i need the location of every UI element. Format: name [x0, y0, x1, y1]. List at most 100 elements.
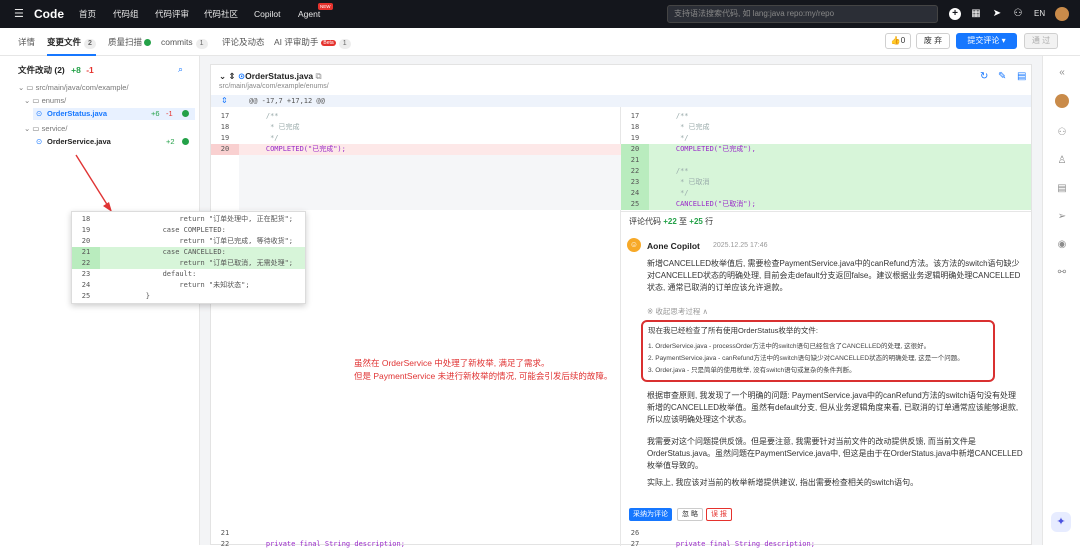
avatar[interactable] — [1055, 94, 1069, 108]
thumb-icon: 👍 — [890, 36, 901, 45]
line-number: 25 — [81, 292, 91, 300]
link-icon[interactable]: ⚯ — [1055, 266, 1069, 280]
nav-code-groups[interactable]: 代码组 — [113, 0, 139, 28]
annotation-text: 虽然在 OrderService 中处理了新枚举, 满足了需求。 但是 Paym… — [354, 357, 612, 383]
like-count: 0 — [900, 36, 906, 45]
tab-commits[interactable]: commits 1 — [161, 28, 208, 56]
comment-range: 评论代码 +22 至 +25 行 — [629, 216, 713, 227]
code-text: /** — [659, 167, 689, 175]
tab-details[interactable]: 详情 — [18, 28, 35, 56]
item-text: Order.java - 只是简单的使用枚举, 没有switch语句或复杂的条件… — [655, 367, 856, 374]
expand-icon[interactable]: ⇕ — [229, 71, 236, 81]
code-text: /** — [659, 112, 689, 120]
avatar[interactable] — [1055, 7, 1069, 21]
hunk-range: @@ -17,7 +17,12 @@ — [249, 97, 325, 105]
code-line: 23 default: — [72, 269, 305, 280]
ignore-button[interactable]: 忽 略 — [677, 508, 703, 521]
tab-bar: 详情 变更文件 2 质量扫描 commits 1 评论及动态 AI 评审助手 Beta… — [0, 28, 1080, 56]
menu-icon[interactable]: ☰ — [14, 0, 24, 28]
nav-agent[interactable]: Agent — [298, 0, 320, 28]
range-from: +22 — [663, 217, 677, 226]
line-number: 18 — [81, 215, 91, 223]
grid-icon[interactable]: ▦ — [970, 8, 982, 20]
robot-icon[interactable]: ⚇ — [1012, 8, 1024, 20]
line-number: 17 — [630, 112, 640, 120]
file-icon[interactable]: ▤ — [1017, 71, 1026, 82]
check-icon — [144, 39, 152, 46]
diff-card: ⌄ ⇕ ⊙OrderStatus.java ⧉ src/main/java/co… — [210, 64, 1032, 548]
code-text: default: — [112, 270, 197, 278]
code-line-added: 25 CANCELLED("已取消"); — [621, 199, 1031, 210]
expand-hunk-icon[interactable]: ⇕ — [221, 95, 228, 107]
count-badge: 2 — [84, 39, 96, 49]
nav-code-review[interactable]: 代码评审 — [155, 0, 189, 28]
annotation-line: 但是 PaymentService 未进行新枚举的情况, 可能会引发后续的故障。 — [354, 371, 613, 381]
line-number: 22 — [621, 166, 649, 177]
tab-quality-scan[interactable]: 质量扫描 — [108, 28, 152, 56]
code-line: 19 */ — [211, 133, 621, 144]
edit-icon[interactable]: ✎ — [998, 71, 1006, 82]
adopt-comment-button[interactable]: 采纳为评论 — [629, 508, 672, 521]
line-number: 21 — [621, 155, 649, 166]
collapse-icon[interactable]: « — [1055, 66, 1069, 80]
ai-comment-panel: 评论代码 +22 至 +25 行 ☺ Aone Copilot 2025.12.… — [621, 211, 1031, 525]
submit-label: 提交评论 — [967, 36, 1000, 45]
tab-comments[interactable]: 评论及动态 — [222, 28, 265, 56]
line-number: 19 — [630, 134, 640, 142]
tab-label: 评论及动态 — [222, 37, 265, 47]
eye-icon[interactable]: ◉ — [1055, 238, 1069, 252]
code-line: 24 return "未知状态"; — [72, 280, 305, 291]
collapse-thinking-toggle[interactable]: ※ 收起思考过程 ∧ — [647, 306, 708, 317]
approve-button[interactable]: 通 过 — [1024, 33, 1058, 49]
code-text: */ — [659, 134, 689, 142]
nav-home[interactable]: 首页 — [79, 0, 96, 28]
line-number: 19 — [81, 226, 91, 234]
submit-comment-button[interactable]: 提交评论 ▾ — [956, 33, 1017, 49]
code-text: * 已取消 — [659, 178, 710, 186]
like-button[interactable]: 👍0 — [885, 33, 911, 49]
code-text: return "未知状态"; — [112, 281, 250, 289]
code-text: return "订单处理中, 正在配货"; — [112, 215, 294, 223]
code-text: case COMPLETED: — [112, 226, 226, 234]
tab-changed-files[interactable]: 变更文件 2 — [47, 28, 96, 56]
tab-label: commits — [161, 37, 193, 47]
code-line: 25 } — [72, 291, 305, 302]
line-number: 25 — [621, 199, 649, 210]
pointer-icon[interactable]: ➤ — [991, 8, 1003, 20]
item-text: OrderService.java - processOrder方法中的swit… — [655, 343, 931, 350]
tab-ai-review[interactable]: AI 评审助手 Beta 1 — [274, 28, 351, 56]
logo[interactable]: Code — [34, 0, 64, 28]
line-number: 20 — [81, 237, 91, 245]
code-line-added: 21 case CANCELLED: — [72, 247, 305, 258]
search-input[interactable]: 支持语法搜索代码, 如 lang:java repo:my/repo — [667, 5, 938, 23]
nav-copilot[interactable]: Copilot — [254, 0, 280, 28]
refresh-icon[interactable]: ↻ — [980, 71, 988, 82]
users-icon[interactable]: ⚇ — [1055, 126, 1069, 140]
right-sidebar: « ⚇ ♙ ▤ ➢ ◉ ⚯ ✦ — [1042, 56, 1080, 545]
code-line: 19 */ — [621, 133, 1031, 144]
tab-label: 详情 — [18, 37, 36, 47]
send-icon[interactable]: ➢ — [1055, 210, 1069, 224]
thinking-list: 1. OrderService.java - processOrder方法中的s… — [648, 341, 964, 377]
tab-label: 变更文件 — [47, 37, 82, 47]
copilot-assistant-icon[interactable]: ✦ — [1051, 512, 1071, 532]
count-badge: 1 — [338, 39, 351, 49]
ai-paragraph: 我需要对这个问题提供反馈。但是要注意, 我需要针对当前文件的改动提供反馈, 而当… — [647, 437, 1023, 470]
chevron-down-icon[interactable]: ⌄ — [219, 71, 226, 81]
thinking-item: 3. Order.java - 只是简单的使用枚举, 没有switch语句或复杂… — [648, 367, 856, 374]
nav-community[interactable]: 代码社区 — [204, 0, 238, 28]
copy-icon[interactable]: ⧉ — [316, 71, 322, 81]
diff-file-path: src/main/java/com/example/enums/ — [219, 83, 329, 90]
plus-icon[interactable]: + — [949, 8, 961, 20]
new-badge: NEW — [318, 3, 333, 10]
document-icon[interactable]: ▤ — [1055, 182, 1069, 196]
false-positive-button[interactable]: 误 报 — [706, 508, 732, 521]
thinking-item: 2. PaymentService.java - canRefund方法中的sw… — [648, 355, 964, 362]
code-text: * 已完成 — [659, 123, 710, 131]
line-number: 23 — [621, 177, 649, 188]
code-text: * 已完成 — [249, 123, 300, 131]
discard-button[interactable]: 废 弃 — [916, 33, 950, 49]
beta-badge: Beta — [321, 40, 336, 46]
language-switch[interactable]: EN — [1034, 0, 1045, 28]
user-icon[interactable]: ♙ — [1055, 154, 1069, 168]
